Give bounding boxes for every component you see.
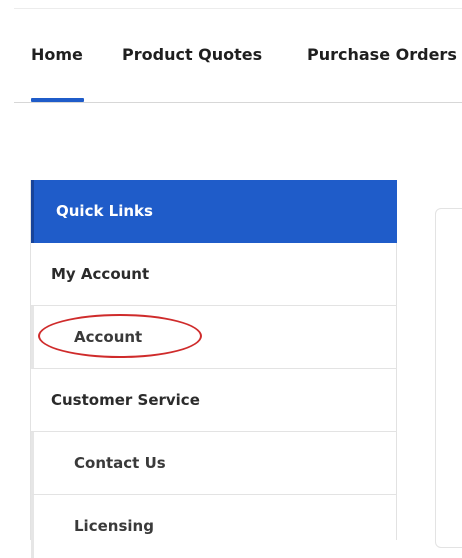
quick-links-panel: Quick Links My Account Account Customer … bbox=[30, 180, 397, 558]
link-label-contact-us: Contact Us bbox=[74, 454, 166, 472]
quick-link-licensing[interactable]: Licensing bbox=[31, 495, 397, 558]
quick-link-account[interactable]: Account bbox=[31, 306, 397, 369]
section-label-customer-service: Customer Service bbox=[51, 391, 200, 409]
content-card bbox=[435, 208, 462, 548]
quick-links-section-my-account[interactable]: My Account bbox=[31, 243, 397, 306]
tab-home[interactable]: Home bbox=[31, 45, 83, 65]
quick-links-title: Quick Links bbox=[56, 202, 153, 220]
tab-purchase-orders[interactable]: Purchase Orders bbox=[307, 45, 457, 65]
section-label-my-account: My Account bbox=[51, 265, 150, 283]
link-label-account: Account bbox=[74, 328, 143, 346]
nav-divider bbox=[14, 102, 462, 103]
link-label-licensing: Licensing bbox=[74, 517, 154, 535]
tab-product-quotes[interactable]: Product Quotes bbox=[122, 45, 262, 65]
main-nav-tabs: Home Product Quotes Purchase Orders bbox=[0, 0, 462, 110]
quick-links-header: Quick Links bbox=[31, 180, 397, 243]
quick-links-section-customer-service[interactable]: Customer Service bbox=[31, 369, 397, 432]
quick-link-contact-us[interactable]: Contact Us bbox=[31, 432, 397, 495]
